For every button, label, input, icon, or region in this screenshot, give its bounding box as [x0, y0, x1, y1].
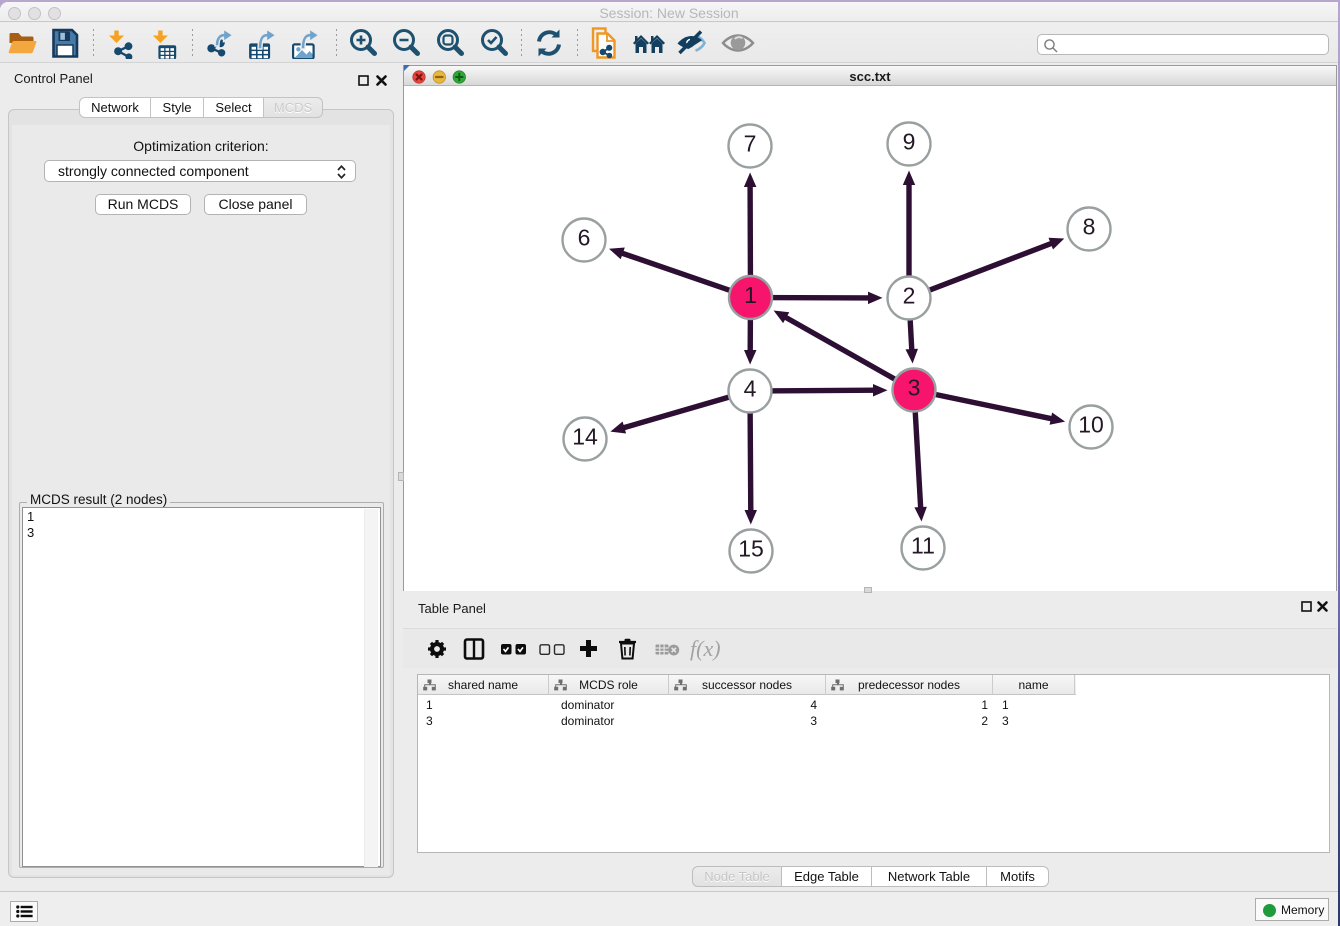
- svg-text:10: 10: [1078, 412, 1104, 438]
- svg-text:3: 3: [908, 375, 921, 401]
- svg-text:14: 14: [572, 424, 598, 450]
- svg-text:4: 4: [744, 376, 757, 402]
- svg-text:7: 7: [744, 131, 757, 157]
- svg-text:8: 8: [1083, 214, 1096, 240]
- svg-text:1: 1: [744, 282, 757, 308]
- svg-text:9: 9: [903, 129, 916, 155]
- svg-text:11: 11: [911, 533, 935, 559]
- svg-text:15: 15: [738, 536, 764, 562]
- svg-text:6: 6: [578, 225, 591, 251]
- svg-text:2: 2: [903, 283, 916, 309]
